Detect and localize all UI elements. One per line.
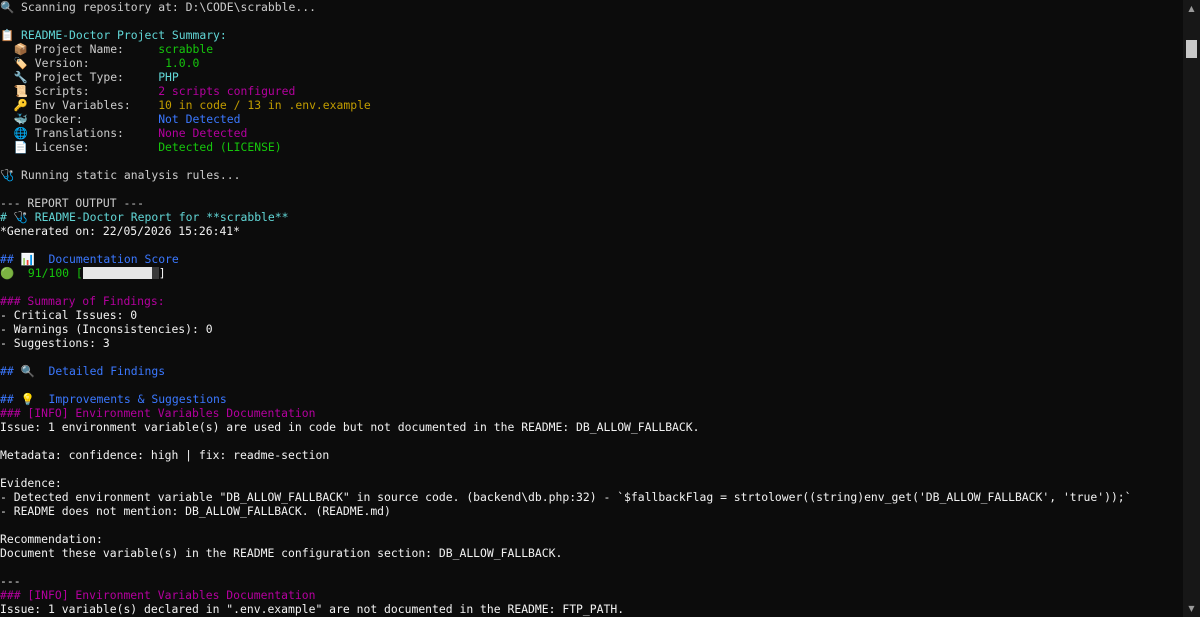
terminal-text: --- REPORT OUTPUT --- bbox=[0, 196, 145, 210]
terminal-text: Issue: 1 environment variable(s) are use… bbox=[0, 420, 700, 434]
terminal-text: 2 scripts configured bbox=[158, 84, 296, 98]
terminal-line: 📄 License: Detected (LICENSE) bbox=[0, 140, 1180, 154]
terminal-line: *Generated on: 22/05/2026 15:26:41* bbox=[0, 224, 1180, 238]
terminal-line: # 🩺 README-Doctor Report for **scrabble*… bbox=[0, 210, 1180, 224]
vertical-scrollbar[interactable]: ▲ ▼ bbox=[1183, 0, 1200, 617]
terminal-text: Detected (LICENSE) bbox=[158, 140, 282, 154]
terminal-line: 🔧 Project Type: PHP bbox=[0, 70, 1180, 84]
scroll-thumb[interactable] bbox=[1186, 40, 1197, 58]
terminal-text: Not Detected bbox=[158, 112, 241, 126]
terminal-text: Metadata: confidence: high | fix: readme… bbox=[0, 448, 330, 462]
terminal-line: --- bbox=[0, 574, 1180, 588]
terminal-line: 📜 Scripts: 2 scripts configured bbox=[0, 84, 1180, 98]
terminal-text: PHP bbox=[158, 70, 179, 84]
terminal-text: - Suggestions: 3 bbox=[0, 336, 110, 350]
terminal-text: Evidence: bbox=[0, 476, 62, 490]
score-progress-bar bbox=[82, 267, 159, 279]
terminal-line: - Warnings (Inconsistencies): 0 bbox=[0, 322, 1180, 336]
terminal-text: - README does not mention: DB_ALLOW_FALL… bbox=[0, 504, 391, 518]
terminal-line: - Critical Issues: 0 bbox=[0, 308, 1180, 322]
terminal-text: 1.0.0 bbox=[165, 56, 200, 70]
terminal-text: ## 💡 Improvements & Suggestions bbox=[0, 392, 227, 406]
terminal-text: 🔍 Scanning repository at: D:\CODE\scrabb… bbox=[0, 0, 316, 14]
terminal-line: ## 💡 Improvements & Suggestions bbox=[0, 392, 1180, 406]
terminal-line: 🔑 Env Variables: 10 in code / 13 in .env… bbox=[0, 98, 1180, 112]
terminal-line: - Suggestions: 3 bbox=[0, 336, 1180, 350]
terminal-text: 🔧 Project Type: bbox=[0, 70, 159, 84]
terminal-text: 📄 License: bbox=[0, 140, 159, 154]
terminal-line: Document these variable(s) in the README… bbox=[0, 546, 1180, 560]
terminal-text: --- bbox=[0, 574, 21, 588]
score-progress-fill bbox=[82, 267, 152, 279]
terminal-line: ## 🔍 Detailed Findings bbox=[0, 364, 1180, 378]
terminal-line: 🌐 Translations: None Detected bbox=[0, 126, 1180, 140]
terminal-text: 📜 Scripts: bbox=[0, 84, 159, 98]
terminal-line: ### [INFO] Environment Variables Documen… bbox=[0, 588, 1180, 602]
terminal-text: - Critical Issues: 0 bbox=[0, 308, 138, 322]
terminal-line: Evidence: bbox=[0, 476, 1180, 490]
terminal-text: 🩺 Running static analysis rules... bbox=[0, 168, 241, 182]
terminal-text: # 🩺 README-Doctor Report for **scrabble*… bbox=[0, 210, 289, 224]
terminal-text: 🌐 Translations: bbox=[0, 126, 159, 140]
terminal-line: Recommendation: bbox=[0, 532, 1180, 546]
terminal-text: 10 in code / 13 in .env.example bbox=[158, 98, 371, 112]
terminal-text: 📋 README-Doctor Project Summary: bbox=[0, 28, 227, 42]
terminal-line: 🏷️ Version: 1.0.0 bbox=[0, 56, 1180, 70]
terminal-line: 🔍 Scanning repository at: D:\CODE\scrabb… bbox=[0, 0, 1180, 14]
terminal-line: 🩺 Running static analysis rules... bbox=[0, 168, 1180, 182]
terminal-text: None Detected bbox=[158, 126, 248, 140]
terminal-line: Issue: 1 environment variable(s) are use… bbox=[0, 420, 1180, 434]
terminal-line: 📦 Project Name: scrabble bbox=[0, 42, 1180, 56]
terminal-text: ## 📊 Documentation Score bbox=[0, 252, 179, 266]
terminal-text: ] bbox=[158, 266, 166, 280]
terminal-text: scrabble bbox=[158, 42, 214, 56]
terminal-text: Recommendation: bbox=[0, 532, 103, 546]
terminal-line: 📋 README-Doctor Project Summary: bbox=[0, 28, 1180, 42]
terminal-line: 🟢 91/100 [] bbox=[0, 266, 1180, 280]
terminal-text: ### [INFO] Environment Variables Documen… bbox=[0, 406, 316, 420]
terminal-text: 🐳 Docker: bbox=[0, 112, 159, 126]
scroll-up-arrow-icon[interactable]: ▲ bbox=[1183, 0, 1200, 17]
terminal-text: ### Summary of Findings: bbox=[0, 294, 165, 308]
terminal-text: 🟢 91/100 [ bbox=[0, 266, 83, 280]
terminal-text: 🏷️ Version: bbox=[0, 56, 166, 70]
terminal-output: 🔍 Scanning repository at: D:\CODE\scrabb… bbox=[0, 0, 1180, 616]
terminal-line: --- REPORT OUTPUT --- bbox=[0, 196, 1180, 210]
terminal-line: ### [INFO] Environment Variables Documen… bbox=[0, 406, 1180, 420]
terminal-text: - Warnings (Inconsistencies): 0 bbox=[0, 322, 213, 336]
terminal-line: - README does not mention: DB_ALLOW_FALL… bbox=[0, 504, 1180, 518]
terminal-text: 📦 Project Name: bbox=[0, 42, 159, 56]
terminal-line: ## 📊 Documentation Score bbox=[0, 252, 1180, 266]
terminal-line: Issue: 1 variable(s) declared in ".env.e… bbox=[0, 602, 1180, 616]
terminal-text: - Detected environment variable "DB_ALLO… bbox=[0, 490, 1132, 504]
terminal-text: ### [INFO] Environment Variables Documen… bbox=[0, 588, 316, 602]
terminal-line: ### Summary of Findings: bbox=[0, 294, 1180, 308]
terminal-text: ## 🔍 Detailed Findings bbox=[0, 364, 166, 378]
terminal-line: Metadata: confidence: high | fix: readme… bbox=[0, 448, 1180, 462]
terminal-text: *Generated on: 22/05/2026 15:26:41* bbox=[0, 224, 241, 238]
terminal-text: Document these variable(s) in the README… bbox=[0, 546, 563, 560]
terminal-window[interactable]: 🔍 Scanning repository at: D:\CODE\scrabb… bbox=[0, 0, 1200, 617]
terminal-text: 🔑 Env Variables: bbox=[0, 98, 159, 112]
terminal-line: 🐳 Docker: Not Detected bbox=[0, 112, 1180, 126]
terminal-text: Issue: 1 variable(s) declared in ".env.e… bbox=[0, 602, 625, 616]
scroll-down-arrow-icon[interactable]: ▼ bbox=[1183, 600, 1200, 617]
terminal-line: - Detected environment variable "DB_ALLO… bbox=[0, 490, 1180, 504]
